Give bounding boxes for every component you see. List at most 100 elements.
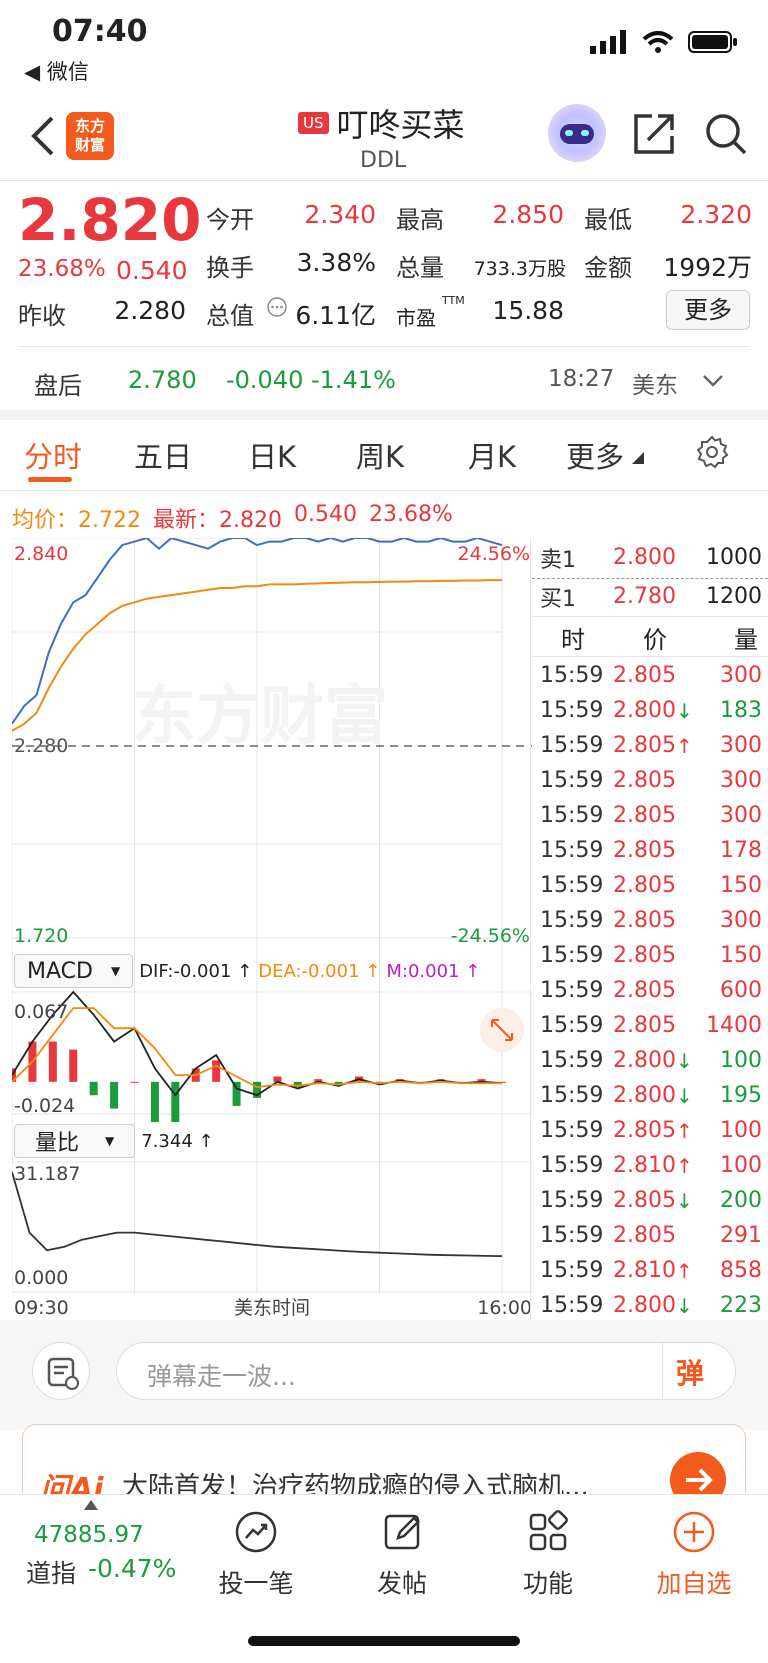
pct-top-label: 24.56% <box>458 543 530 565</box>
back-icon[interactable] <box>28 112 58 160</box>
edit-icon <box>384 1514 420 1550</box>
search-icon[interactable] <box>704 112 748 156</box>
status-time: 07:40 <box>52 14 148 49</box>
trade-row: 15:59 2.805 300 <box>540 803 762 828</box>
market-badge: US <box>298 112 329 134</box>
y-mid-label: 2.280 <box>14 735 68 757</box>
more-dots-icon[interactable] <box>266 296 288 318</box>
stock-code: DDL <box>360 148 407 173</box>
pe-value: 15.88 <box>492 296 564 325</box>
stock-title: US 叮咚买菜 <box>298 100 465 146</box>
battery-icon <box>688 31 737 53</box>
vr-value: 7.344 ↑ <box>141 1130 214 1152</box>
high-label: 最高 <box>396 206 444 234</box>
volume-value: 733.3万股 <box>473 258 566 280</box>
trade-row: 15:59 2.800 ↓ 195 <box>540 1083 762 1108</box>
trade-row: 15:59 2.805 291 <box>540 1223 762 1248</box>
macd-bar <box>171 1081 180 1123</box>
macd-indicator-select[interactable]: MACD ▼ <box>14 954 134 988</box>
watermark: 东方财富 <box>132 680 388 754</box>
section-gap <box>0 410 768 420</box>
more-button[interactable]: 更多 <box>666 290 750 330</box>
macd-dif: DIF:-0.001 ↑ <box>139 960 253 982</box>
trade-row: 15:59 2.805 600 <box>540 978 762 1003</box>
volume-indicator-select[interactable]: 量比 ▼ <box>14 1124 136 1158</box>
open-label: 今开 <box>206 206 254 234</box>
divider <box>0 180 768 181</box>
tab-weekly-k[interactable]: 周K <box>356 434 404 476</box>
macd-bar <box>110 1081 119 1109</box>
market-cap-value: 6.11亿 <box>295 301 376 330</box>
index-change[interactable]: -0.47% <box>88 1554 176 1583</box>
ai-robot-avatar[interactable] <box>548 104 606 162</box>
trade-row: 15:59 2.810 ↑ 100 <box>540 1153 762 1178</box>
tab-more[interactable]: 更多 <box>566 434 624 476</box>
y-bottom-label: 1.720 <box>14 925 68 947</box>
macd-bar <box>212 1060 221 1082</box>
intraday-chart[interactable]: 东方财富 2.840 2.280 1.720 24.56% -24.56% 0.… <box>12 538 532 1320</box>
vr-bottom-label: 0.000 <box>14 1267 68 1289</box>
nav-post[interactable]: 发帖 <box>342 1508 462 1600</box>
vr-top-label: 31.187 <box>14 1163 80 1185</box>
trade-row: 15:59 2.805 178 <box>540 838 762 863</box>
divider <box>18 346 750 347</box>
market-timezone[interactable]: 美东 <box>632 366 678 400</box>
macd-dea: DEA:-0.001 ↑ <box>258 960 381 982</box>
trade-row: 15:59 2.800 ↓ 223 <box>540 1293 762 1318</box>
x-mid-label: 美东时间 <box>234 1297 310 1319</box>
change-percent: 23.68% <box>18 256 106 282</box>
caret-icon <box>632 452 644 464</box>
turnover-value: 3.38% <box>296 248 376 277</box>
tab-intraday[interactable]: 分时 <box>24 434 82 476</box>
after-hours-label: 盘后 <box>34 372 82 400</box>
change-amount: 0.540 <box>116 256 188 285</box>
trade-row: 15:59 2.805 1400 <box>540 1013 762 1038</box>
ttm-tag: TTM <box>442 294 465 307</box>
nav-add-watchlist[interactable]: 加自选 <box>634 1508 754 1600</box>
macd-bar <box>130 1081 139 1083</box>
trade-row: 15:59 2.800 ↓ 100 <box>540 1048 762 1073</box>
danmu-input[interactable]: 弹幕走一波... <box>116 1342 736 1400</box>
trade-row: 15:59 2.805 300 <box>540 768 762 793</box>
plus-circle-icon <box>673 1511 715 1553</box>
pct-bottom-label: -24.56% <box>451 925 530 947</box>
tab-daily-k[interactable]: 日K <box>248 434 296 476</box>
divider <box>530 538 531 1320</box>
trade-row: 15:59 2.810 ↑ 858 <box>540 1258 762 1283</box>
market-cap-label: 总值 <box>206 302 254 330</box>
x-start-label: 09:30 <box>14 1297 69 1319</box>
amount-label: 金额 <box>584 254 632 282</box>
index-value[interactable]: 47885.97 <box>34 1522 144 1548</box>
caret-up-icon <box>84 1500 98 1510</box>
macd-header: MACD ▼ DIF:-0.001 ↑ DEA:-0.001 ↑ M:0.001 … <box>14 954 480 988</box>
trade-row: 15:59 2.805 300 <box>540 908 762 933</box>
back-to-app-link[interactable]: ◀ 微信 <box>24 56 89 86</box>
intraday-info-line: 均价：2.722 最新：2.820 0.540 23.68% <box>12 502 453 533</box>
tab-five-day[interactable]: 五日 <box>134 434 192 476</box>
trades-header: 时价量 <box>561 626 758 654</box>
trade-row: 15:59 2.805 ↓ 200 <box>540 1188 762 1213</box>
home-indicator[interactable] <box>248 1636 520 1646</box>
chevron-down-icon[interactable] <box>700 368 726 394</box>
macd-top-label: 0.067 <box>14 1001 68 1023</box>
nav-functions[interactable]: 功能 <box>488 1508 608 1600</box>
low-label: 最低 <box>584 206 632 234</box>
memo-button[interactable] <box>32 1342 90 1400</box>
prev-close-label: 昨收 <box>18 302 66 330</box>
chart-grid <box>12 538 503 1294</box>
macd-bar <box>150 1081 159 1123</box>
settings-gear-icon[interactable] <box>694 434 730 470</box>
share-icon[interactable] <box>632 112 676 156</box>
y-top-label: 2.840 <box>14 543 68 565</box>
amount-value: 1992万 <box>663 253 752 282</box>
index-name[interactable]: 道指 <box>26 1554 76 1590</box>
macd-bar <box>48 1041 57 1082</box>
macd-bar <box>69 1049 78 1082</box>
trade-row: 15:59 2.805 150 <box>540 873 762 898</box>
danmu-toggle-button[interactable]: 弹 <box>676 1352 704 1392</box>
prev-close-value: 2.280 <box>114 296 186 325</box>
trade-row: 15:59 2.805 150 <box>540 943 762 968</box>
nav-invest[interactable]: 投一笔 <box>196 1508 316 1600</box>
x-end-label: 16:00 <box>477 1297 532 1319</box>
tab-monthly-k[interactable]: 月K <box>468 434 516 476</box>
